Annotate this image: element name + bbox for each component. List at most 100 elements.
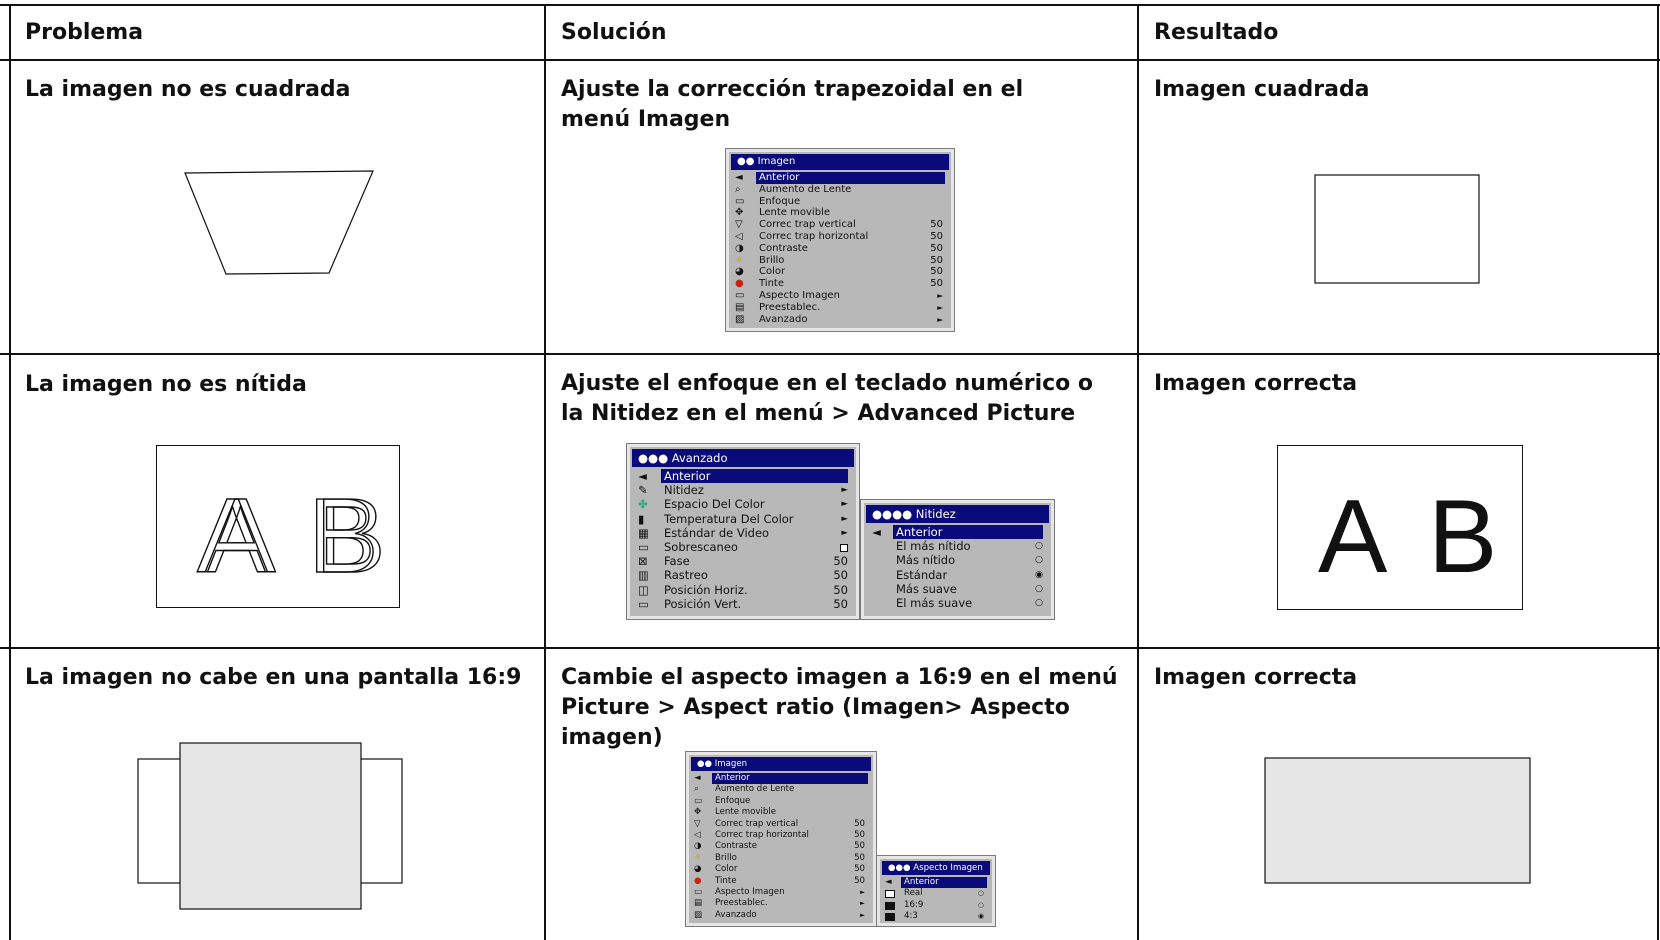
header-problema: Problema <box>25 20 144 45</box>
osd-menu-item[interactable]: ◄ Anterior <box>689 773 873 785</box>
row1-result: Imagen cuadrada <box>1154 77 1370 102</box>
osd-menu-item[interactable]: ◑ Contraste 50 <box>729 243 951 255</box>
osd-menu-item[interactable]: ◄ Anterior <box>729 172 951 184</box>
osd-menu-item[interactable]: ▭ Aspecto Imagen ► <box>729 290 951 302</box>
osd-menu-item[interactable]: ▮ Temperatura Del Color ► <box>630 512 856 526</box>
keystone-horizontal-icon: ◁ <box>735 230 743 242</box>
osd-menu-item[interactable]: ▨ Avanzado ► <box>729 314 951 326</box>
osd-menu-item[interactable]: ✤ Espacio Del Color ► <box>630 497 856 511</box>
row2-result: Imagen correcta <box>1154 371 1358 396</box>
zoom-icon: ⌕ <box>694 784 699 795</box>
osd-menu-item-value: ► <box>937 302 943 312</box>
back-arrow-icon: ◄ <box>872 525 881 539</box>
menu-dots-icon: ●● <box>737 156 758 167</box>
radio-empty-icon[interactable]: ○ <box>1035 596 1043 610</box>
osd-menu-item-label: Anterior <box>901 877 987 889</box>
row-divider-1 <box>0 353 1660 355</box>
osd-menu-item[interactable]: Estándar ◉ <box>864 568 1051 582</box>
osd-menu-item-value: ► <box>860 910 865 919</box>
osd-menu-imagen: ●● Imagen ◄ Anterior ⌕ Aumento de Lente ▭ Enf… <box>726 149 954 331</box>
overscan-icon: ▭ <box>638 539 649 554</box>
osd-menu-item[interactable]: ◁ Correc trap horizontal 50 <box>729 231 951 243</box>
radio-empty-icon[interactable]: ○ <box>978 900 984 911</box>
osd-menu-item-label: Lente movible <box>715 807 776 818</box>
osd-menu-item[interactable]: ▽ Correc trap vertical 50 <box>729 219 951 231</box>
osd-menu-item[interactable]: ⌕ Aumento de Lente <box>689 784 873 795</box>
osd-menu-avanzado: ●●● Avanzado ◄ Anterior ✎ Nitidez ► ✤ Espacio … <box>627 444 859 619</box>
osd-menu-item-label: Correc trap vertical <box>759 219 856 231</box>
osd-menu-item[interactable]: 4:3 ◉ <box>880 911 992 922</box>
osd-menu-item[interactable]: ● Tinte 50 <box>689 876 873 887</box>
osd-menu-item-label: Temperatura Del Color <box>664 511 794 526</box>
osd-menu-item-label: Avanzado <box>759 313 808 325</box>
osd-menu-item-label: Tinte <box>715 875 737 886</box>
thermometer-icon: ▮ <box>638 511 645 526</box>
menu-dots-icon: ●●● <box>638 451 672 465</box>
osd-menu-item[interactable]: ▤ Preestablec. ► <box>729 302 951 314</box>
focus-icon: ▭ <box>694 795 703 806</box>
osd-menu-item[interactable]: Más suave ○ <box>864 582 1051 596</box>
presets-icon: ▤ <box>694 898 703 909</box>
header-solucion: Solución <box>561 20 667 45</box>
osd-menu-item-label: Preestablec. <box>715 898 768 909</box>
osd-title: Nitidez <box>915 507 956 521</box>
osd-menu-item[interactable]: ◁ Correc trap horizontal 50 <box>689 830 873 841</box>
osd-menu-item[interactable]: ⌕ Aumento de Lente <box>729 184 951 196</box>
table-border-left <box>9 4 11 940</box>
radio-empty-icon[interactable]: ○ <box>1035 582 1043 596</box>
osd-menu-item[interactable]: ☼ Brillo 50 <box>729 255 951 267</box>
osd-menu-item-value: ► <box>937 290 943 300</box>
osd-title-bar: ●●●● Nitidez <box>866 505 1049 523</box>
osd-menu-item[interactable]: ● Tinte 50 <box>729 278 951 290</box>
osd-menu-item-value: ► <box>860 899 865 908</box>
osd-menu-item[interactable]: ⊠ Fase 50 <box>630 554 856 568</box>
radio-selected-icon[interactable]: ◉ <box>978 911 984 922</box>
osd-menu-item[interactable]: ▭ Aspecto Imagen ► <box>689 887 873 898</box>
osd-menu-item[interactable]: ◄ Anterior <box>864 525 1051 540</box>
osd-menu-item[interactable]: Real ○ <box>880 888 992 899</box>
osd-menu-item[interactable]: ◫ Posición Horiz. 50 <box>630 583 856 597</box>
osd-menu-item-label: Posición Horiz. <box>664 582 748 597</box>
osd-menu-item[interactable]: ◕ Color 50 <box>729 266 951 278</box>
menu-dots-icon: ●●● <box>888 863 914 873</box>
osd-title-bar: ●● Imagen <box>731 154 949 170</box>
osd-menu-item[interactable]: ▽ Correc trap vertical 50 <box>689 819 873 830</box>
lens-shift-icon: ✥ <box>694 807 702 818</box>
osd-menu-item[interactable]: ▦ Estándar de Video ► <box>630 526 856 540</box>
radio-empty-icon[interactable]: ○ <box>1035 539 1043 553</box>
lens-shift-icon: ✥ <box>735 207 744 219</box>
osd-menu-item[interactable]: ▤ Preestablec. ► <box>689 898 873 909</box>
osd-menu-item[interactable]: ✥ Lente movible <box>689 807 873 818</box>
osd-menu-item-label: Aumento de Lente <box>715 784 795 795</box>
osd-menu-item[interactable]: ▥ Rastreo 50 <box>630 568 856 582</box>
osd-menu-item-label: Anterior <box>661 469 848 484</box>
osd-menu-item[interactable]: ◄ Anterior <box>880 877 992 889</box>
osd-menu-item[interactable]: ✥ Lente movible <box>729 207 951 219</box>
osd-menu-item[interactable]: ▭ Posición Vert. 50 <box>630 597 856 611</box>
osd-title-bar: ●●● Aspecto Imagen <box>882 861 990 875</box>
osd-menu-item-value: ► <box>841 499 848 510</box>
osd-menu-item[interactable]: ◑ Contraste 50 <box>689 841 873 852</box>
osd-menu-item[interactable]: ✎ Nitidez ► <box>630 483 856 497</box>
radio-empty-icon[interactable]: ○ <box>1035 553 1043 567</box>
osd-menu-item[interactable]: ▭ Enfoque <box>689 796 873 807</box>
osd-menu-item[interactable]: ☼ Brillo 50 <box>689 853 873 864</box>
osd-title: Imagen <box>714 759 748 769</box>
osd-menu-item[interactable]: ◄ Anterior <box>630 469 856 484</box>
osd-menu-item-label: Aspecto Imagen <box>715 886 785 897</box>
osd-menu-item[interactable]: ▭ Enfoque <box>729 196 951 208</box>
osd-menu-item-label: Anterior <box>756 172 945 184</box>
menu-dots-icon: ●●●● <box>872 507 916 521</box>
osd-menu-item[interactable]: ▭ Sobrescaneo <box>630 540 856 554</box>
osd-menu-item[interactable]: ▨ Avanzado ► <box>689 910 873 921</box>
osd-menu-item[interactable]: El más nítido ○ <box>864 539 1051 553</box>
osd-menu-nitidez: ●●●● Nitidez ◄ Anterior El más nítido ○ Más … <box>861 500 1054 619</box>
osd-menu-item[interactable]: El más suave ○ <box>864 596 1051 610</box>
contrast-icon: ◑ <box>735 242 744 254</box>
radio-empty-icon[interactable]: ○ <box>978 888 984 899</box>
osd-menu-item[interactable]: Más nítido ○ <box>864 553 1051 567</box>
osd-menu-item-label: Tinte <box>759 278 784 290</box>
osd-menu-item[interactable]: 16:9 ○ <box>880 900 992 911</box>
radio-selected-icon[interactable]: ◉ <box>1035 568 1043 582</box>
osd-menu-item[interactable]: ◕ Color 50 <box>689 864 873 875</box>
